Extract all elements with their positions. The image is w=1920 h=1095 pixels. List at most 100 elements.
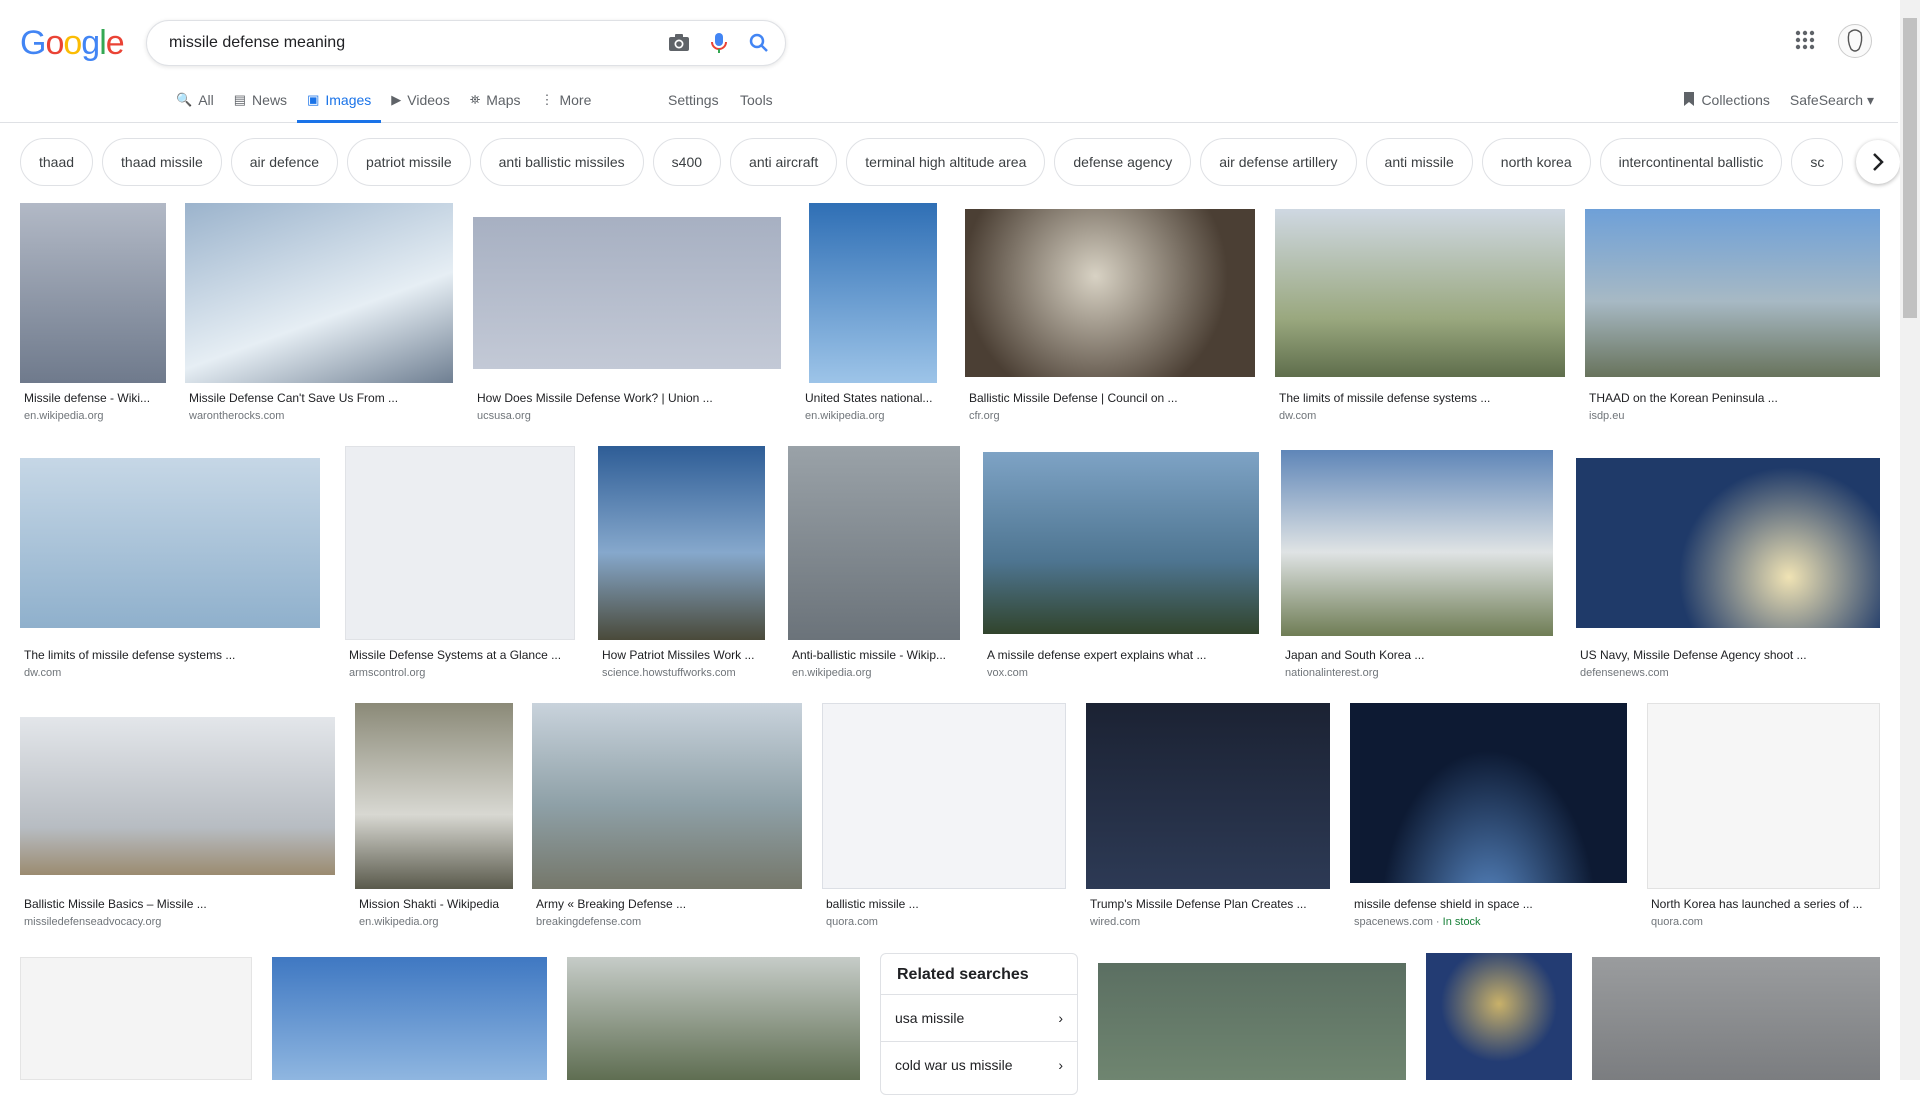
safesearch-menu[interactable]: SafeSearch ▾: [1790, 92, 1874, 109]
image-result[interactable]: Missile defense - Wiki... en.wikipedia.o…: [20, 203, 166, 422]
image-result[interactable]: The limits of missile defense systems ..…: [20, 446, 320, 679]
result-title[interactable]: How Patriot Missiles Work ...: [598, 648, 765, 662]
search-box[interactable]: [146, 20, 786, 66]
result-title[interactable]: The limits of missile defense systems ..…: [1275, 391, 1565, 405]
chip[interactable]: s400: [652, 138, 722, 186]
result-title[interactable]: Missile Defense Systems at a Glance ...: [345, 648, 575, 662]
result-title[interactable]: North Korea has launched a series of ...: [1647, 897, 1880, 911]
chip[interactable]: intercontinental ballistic: [1599, 138, 1783, 186]
image-result[interactable]: [1592, 957, 1880, 1080]
result-thumbnail[interactable]: [1086, 703, 1330, 889]
image-result[interactable]: How Does Missile Defense Work? | Union .…: [473, 203, 781, 422]
result-title[interactable]: US Navy, Missile Defense Agency shoot ..…: [1576, 648, 1880, 662]
image-result[interactable]: Missile Defense Systems at a Glance ... …: [345, 446, 575, 679]
image-result[interactable]: Ballistic Missile Defense | Council on .…: [965, 203, 1255, 422]
result-thumbnail[interactable]: [20, 203, 166, 383]
collections-link[interactable]: Collections: [1701, 92, 1769, 108]
image-result[interactable]: Missile Defense Can't Save Us From ... w…: [185, 203, 453, 422]
result-thumbnail[interactable]: [185, 203, 453, 383]
result-thumbnail[interactable]: [345, 446, 575, 640]
search-icon[interactable]: [747, 31, 771, 55]
tab-videos[interactable]: ▶ Videos: [381, 80, 460, 123]
result-title[interactable]: Mission Shakti - Wikipedia: [355, 897, 513, 911]
result-thumbnail[interactable]: [598, 446, 765, 640]
camera-icon[interactable]: [667, 31, 691, 55]
result-thumbnail[interactable]: [965, 203, 1255, 383]
result-title[interactable]: A missile defense expert explains what .…: [983, 648, 1259, 662]
image-result[interactable]: United States national... en.wikipedia.o…: [801, 203, 945, 422]
image-result[interactable]: North Korea has launched a series of ...…: [1647, 703, 1880, 928]
image-result[interactable]: [272, 957, 547, 1080]
result-thumbnail[interactable]: [822, 703, 1066, 889]
result-thumbnail[interactable]: [1576, 446, 1880, 640]
result-title[interactable]: United States national...: [801, 391, 945, 405]
image-result[interactable]: [1426, 953, 1572, 1080]
image-result[interactable]: Army « Breaking Defense ... breakingdefe…: [532, 703, 802, 928]
tab-more[interactable]: ⋮ More: [530, 80, 601, 123]
result-thumbnail[interactable]: [1350, 703, 1627, 889]
result-thumbnail[interactable]: [355, 703, 513, 889]
avatar[interactable]: [1838, 24, 1872, 58]
result-thumbnail[interactable]: [983, 446, 1259, 640]
chip[interactable]: thaad: [20, 138, 94, 186]
result-title[interactable]: Ballistic Missile Defense | Council on .…: [965, 391, 1255, 405]
image-result[interactable]: US Navy, Missile Defense Agency shoot ..…: [1576, 446, 1880, 679]
result-thumbnail[interactable]: [532, 703, 802, 889]
tab-images[interactable]: ▣ Images: [297, 80, 382, 123]
image-result[interactable]: Japan and South Korea ... nationalintere…: [1281, 446, 1553, 679]
image-result[interactable]: The limits of missile defense systems ..…: [1275, 203, 1565, 422]
chip[interactable]: anti ballistic missiles: [479, 138, 644, 186]
chip[interactable]: thaad missile: [102, 138, 222, 186]
result-thumbnail[interactable]: [20, 446, 320, 640]
chip[interactable]: defense agency: [1054, 138, 1192, 186]
result-thumbnail[interactable]: [1281, 446, 1553, 640]
image-result[interactable]: Mission Shakti - Wikipedia en.wikipedia.…: [355, 703, 513, 928]
result-thumbnail[interactable]: [801, 203, 945, 383]
google-logo[interactable]: Google: [20, 24, 125, 63]
result-title[interactable]: Missile Defense Can't Save Us From ...: [185, 391, 453, 405]
image-result[interactable]: Anti-ballistic missile - Wikip... en.wik…: [788, 446, 960, 679]
chip[interactable]: air defence: [230, 138, 339, 186]
result-thumbnail[interactable]: [1275, 203, 1565, 383]
result-thumbnail[interactable]: [1647, 703, 1880, 889]
result-thumbnail[interactable]: [473, 203, 781, 383]
result-thumbnail[interactable]: [272, 957, 547, 1080]
result-title[interactable]: missile defense shield in space ...: [1350, 897, 1627, 911]
result-title[interactable]: Missile defense - Wiki...: [20, 391, 166, 405]
image-result[interactable]: THAAD on the Korean Peninsula ... isdp.e…: [1585, 203, 1880, 422]
settings-link[interactable]: Settings: [668, 80, 719, 120]
result-thumbnail[interactable]: [788, 446, 960, 640]
chip[interactable]: anti missile: [1365, 138, 1473, 186]
microphone-icon[interactable]: [707, 31, 731, 55]
chip[interactable]: sc: [1791, 138, 1844, 186]
image-result[interactable]: [1098, 963, 1406, 1080]
result-title[interactable]: Army « Breaking Defense ...: [532, 897, 802, 911]
tools-link[interactable]: Tools: [740, 80, 773, 120]
image-result[interactable]: A missile defense expert explains what .…: [983, 446, 1259, 679]
image-result[interactable]: ballistic missile ... quora.com: [822, 703, 1066, 928]
result-title[interactable]: How Does Missile Defense Work? | Union .…: [473, 391, 781, 405]
image-result[interactable]: Ballistic Missile Basics – Missile ... m…: [20, 703, 335, 928]
image-result[interactable]: [20, 957, 252, 1080]
result-title[interactable]: Anti-ballistic missile - Wikip...: [788, 648, 960, 662]
apps-grid-icon[interactable]: [1795, 30, 1815, 55]
chip[interactable]: terminal high altitude area: [846, 138, 1046, 186]
result-title[interactable]: The limits of missile defense systems ..…: [20, 648, 320, 662]
result-title[interactable]: Trump's Missile Defense Plan Creates ...: [1086, 897, 1330, 911]
result-thumbnail[interactable]: [1426, 953, 1572, 1080]
image-result[interactable]: missile defense shield in space ... spac…: [1350, 703, 1627, 928]
related-search-item[interactable]: cold war us missile ›: [881, 1041, 1077, 1088]
chip[interactable]: north korea: [1481, 138, 1591, 186]
image-result[interactable]: Trump's Missile Defense Plan Creates ...…: [1086, 703, 1330, 928]
result-title[interactable]: Japan and South Korea ...: [1281, 648, 1553, 662]
result-title[interactable]: ballistic missile ...: [822, 897, 1066, 911]
result-thumbnail[interactable]: [1592, 957, 1880, 1080]
chip[interactable]: patriot missile: [347, 138, 471, 186]
result-thumbnail[interactable]: [1585, 203, 1880, 383]
tab-maps[interactable]: ⛯ Maps: [460, 80, 531, 123]
scrollbar-thumb[interactable]: [1903, 18, 1917, 318]
related-search-item[interactable]: usa missile ›: [881, 994, 1077, 1041]
image-result[interactable]: [567, 957, 860, 1080]
tab-all[interactable]: 🔍 All: [166, 80, 224, 123]
page-scrollbar[interactable]: [1900, 0, 1920, 1080]
